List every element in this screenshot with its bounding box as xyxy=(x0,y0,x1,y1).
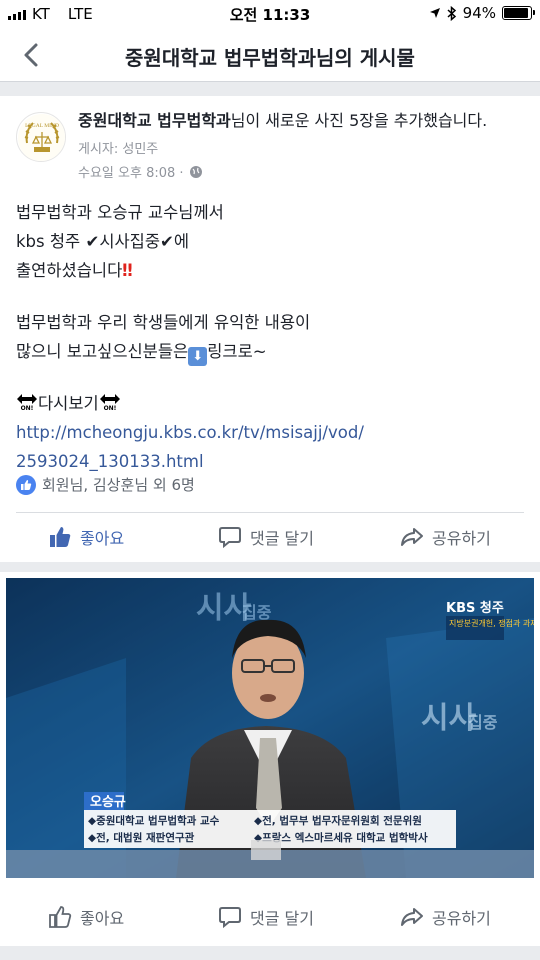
on-arrow-icon: ON! xyxy=(17,394,37,411)
bluetooth-icon xyxy=(447,5,456,21)
body-line: ON! 다시보기 ON! xyxy=(16,389,524,418)
status-bar: KT LTE 오전 11:33 94% xyxy=(0,0,540,28)
kbs-caption: 지방분권개헌, 쟁점과 과제는? xyxy=(449,618,534,628)
post-headline: 중원대학교 법무법학과님이 새로운 사진 5장을 추가했습니다. xyxy=(78,110,524,132)
show-logo-sub: 집중 xyxy=(468,713,498,732)
battery-percent: 94% xyxy=(462,4,496,22)
double-exclamation-icon: ‼ xyxy=(122,261,133,280)
tv-broadcast-photo[interactable]: 시사 집중 시사 집중 KBS 청주 지방분권개헌, 쟁점과 과제는? 오승규 … xyxy=(6,578,534,878)
svg-text:ON!: ON! xyxy=(103,405,116,411)
post-timestamp-row[interactable]: 수요일 오후 8:08 · xyxy=(78,162,203,181)
comment-button[interactable]: 댓글 달기 xyxy=(218,514,314,560)
headline-suffix: 님이 새로운 사진 5장을 추가했습니다. xyxy=(230,111,488,130)
body-line: 많으니 보고싶으신분들은 ⬇ 링크로~ xyxy=(16,342,267,366)
down-arrow-icon: ⬇ xyxy=(188,347,208,366)
thumbs-up-outline-icon xyxy=(49,906,72,928)
show-logo-bg-sub: 집중 xyxy=(242,603,272,622)
body-line: 출연하셨습니다‼ xyxy=(16,261,133,280)
broadcast-scene: 시사 집중 시사 집중 KBS 청주 지방분권개헌, 쟁점과 과제는? 오승규 … xyxy=(6,578,534,878)
globe-icon xyxy=(189,165,202,178)
status-bar-right: 94% xyxy=(429,4,535,22)
poster-label: 게시자: 성민주 xyxy=(78,142,159,157)
page-avatar[interactable]: LEGAL MIND xyxy=(16,112,66,162)
kbs-badge: KBS 청주 xyxy=(446,600,504,616)
photo-share-button[interactable]: 공유하기 xyxy=(400,894,491,940)
on-arrow-icon: ON! xyxy=(99,394,120,411)
legal-mind-logo-icon: LEGAL MIND xyxy=(18,114,65,161)
post-action-bar: 좋아요 댓글 달기 공유하기 xyxy=(0,514,540,560)
reactions-text: 회원님, 김상훈님 외 6명 xyxy=(42,476,195,494)
caption-name: 오승규 xyxy=(90,795,126,810)
battery-icon xyxy=(502,6,535,20)
photo-card: 시사 집중 시사 집중 KBS 청주 지방분권개헌, 쟁점과 과제는? 오승규 … xyxy=(0,572,540,946)
check-mark-icon: ✔ xyxy=(85,232,100,251)
comment-bubble-icon xyxy=(219,527,241,549)
photo-comment-button[interactable]: 댓글 달기 xyxy=(218,894,314,940)
comment-bubble-icon xyxy=(219,907,241,929)
post-body: 법무법학과 오승규 교수님께서 kbs 청주 ✔시사집중✔에 출연하셨습니다‼ … xyxy=(16,198,524,476)
nav-bar: 중원대학교 법무법학과님의 게시물 xyxy=(0,28,540,82)
thumbs-up-icon xyxy=(50,527,71,547)
body-line: 법무법학과 오승규 교수님께서 xyxy=(16,203,224,222)
svg-text:LEGAL MIND: LEGAL MIND xyxy=(25,123,59,129)
location-arrow-icon xyxy=(429,8,440,18)
like-reaction-icon xyxy=(16,474,36,495)
post-card: LEGAL MIND 중원대학교 법무법학과님이 새로운 사진 5장을 추가했습… xyxy=(0,96,540,562)
share-button[interactable]: 공유하기 xyxy=(400,514,491,560)
vod-link[interactable]: http://mcheongju.kbs.co.kr/tv/msisajj/vo… xyxy=(16,418,524,476)
caption-line: ◆전, 대법원 재판연구관 xyxy=(88,831,195,844)
share-arrow-icon xyxy=(401,908,423,926)
caption-line: ◆전, 법무부 법무자문위원회 전문위원 xyxy=(254,814,422,827)
body-line: kbs 청주 ✔시사집중✔에 xyxy=(16,232,190,251)
like-button[interactable]: 좋아요 xyxy=(48,514,124,560)
page-title: 중원대학교 법무법학과님의 게시물 xyxy=(125,46,415,70)
svg-text:ON!: ON! xyxy=(21,405,34,411)
body-line: 법무법학과 우리 학생들에게 유익한 내용이 xyxy=(16,313,311,332)
reactions-summary[interactable]: 회원님, 김상훈님 외 6명 xyxy=(16,474,195,495)
post-timestamp: 수요일 오후 8:08 · xyxy=(78,166,184,181)
divider xyxy=(16,512,524,513)
share-arrow-icon xyxy=(401,528,423,546)
photo-like-button[interactable]: 좋아요 xyxy=(48,894,124,940)
photo-action-bar: 좋아요 댓글 달기 공유하기 xyxy=(0,894,540,940)
page-name-link[interactable]: 중원대학교 법무법학과 xyxy=(78,111,231,130)
check-mark-icon: ✔ xyxy=(160,232,174,251)
caption-line: ◆중원대학교 법무법학과 교수 xyxy=(88,814,220,827)
